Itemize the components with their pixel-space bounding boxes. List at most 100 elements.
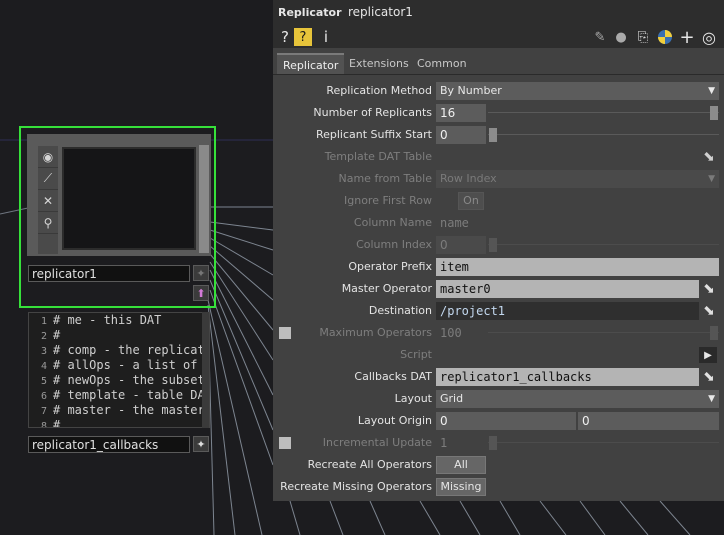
menu-value: Row Index [440, 172, 497, 185]
max-operators-field[interactable]: 100 [436, 324, 486, 342]
master-operator-field[interactable]: master0 [436, 280, 699, 298]
help-icon[interactable]: ? [276, 27, 294, 47]
slider-track[interactable] [488, 112, 719, 113]
tab-common[interactable]: Common [411, 53, 473, 74]
param-recreate-all: Recreate All Operators All [273, 454, 724, 476]
param-tabs: Replicator Extensions Common [273, 50, 724, 75]
incremental-update-field[interactable]: 1 [436, 434, 486, 452]
param-label: Script [400, 348, 432, 361]
node-pin-icon[interactable]: ⬆ [193, 285, 209, 301]
param-layout-origin: Layout Origin 0 0 [273, 410, 724, 432]
slider-track[interactable] [488, 442, 719, 443]
name-from-table-menu[interactable]: Row Index ▼ [436, 170, 719, 188]
dat-line: 4 # allOps - a list of a [40, 358, 210, 372]
info-icon[interactable]: i [317, 27, 335, 47]
callbacks-dat-field[interactable]: replicator1_callbacks [436, 368, 699, 386]
parameter-panel: Replicator replicator1 ? ? i ✎ ● ⎘ + ◎ R… [273, 0, 724, 501]
play-icon[interactable]: ▶ [699, 347, 717, 363]
node-name-label[interactable]: replicator1 [28, 265, 190, 282]
param-script: Script ▶ [273, 344, 724, 366]
num-replicants-field[interactable]: 16 [436, 104, 486, 122]
column-index-slider-handle[interactable] [489, 238, 497, 252]
tab-extensions[interactable]: Extensions [343, 53, 415, 74]
column-name-field[interactable]: name [436, 214, 719, 232]
dat-line: 1 # me - this DAT [40, 313, 162, 327]
destination-drag-icon[interactable]: ⬊ [699, 302, 719, 320]
dat-line: 2 # [40, 328, 61, 342]
column-index-field[interactable]: 0 [436, 236, 486, 254]
num-replicants-slider-handle[interactable] [710, 106, 718, 120]
slider-track[interactable] [488, 244, 719, 245]
chevron-down-icon: ▼ [708, 174, 715, 184]
dat-name-label[interactable]: replicator1_callbacks [28, 436, 190, 453]
param-operator-prefix: Operator Prefix item [273, 256, 724, 278]
incremental-update-slider-handle[interactable] [489, 436, 497, 450]
param-replication-method: Replication Method By Number ▼ [273, 80, 724, 102]
param-label: Column Name [353, 216, 432, 229]
node-add-icon[interactable]: ✦ [193, 265, 209, 281]
slider-track[interactable] [488, 134, 719, 135]
python-help-icon[interactable]: ? [294, 28, 312, 46]
clipboard-icon[interactable]: ⎘ [634, 27, 652, 47]
param-label: Number of Replicants [313, 106, 432, 119]
callbacks-dat-viewer[interactable]: 1 # me - this DAT 2 # 3 # comp - the replic… [28, 312, 210, 428]
param-callbacks-dat: Callbacks DAT replicator1_callbacks ⬊ [273, 366, 724, 388]
destination-field[interactable]: /project1 [436, 302, 699, 320]
param-template-dat: Template DAT Table ⬊ [273, 146, 724, 168]
incremental-update-checkbox[interactable] [279, 437, 291, 449]
param-ignore-first-row: Ignore First Row On [273, 190, 724, 212]
node-viewer[interactable] [62, 147, 196, 250]
param-num-replicants: Number of Replicants 16 [273, 102, 724, 124]
dat-line: 5 # newOps - the subset [40, 373, 205, 387]
dat-scrollbar[interactable] [202, 312, 209, 428]
dat-add-icon[interactable]: ✦ [193, 436, 209, 452]
link-icon[interactable]: ⚲ [38, 212, 58, 234]
close-icon[interactable]: ✕ [38, 190, 58, 212]
slider-track[interactable] [488, 332, 719, 333]
recreate-missing-button[interactable]: Missing [436, 478, 486, 496]
chevron-down-icon: ▼ [708, 86, 715, 96]
add-icon[interactable]: + [678, 27, 696, 48]
pencil-icon[interactable]: ✎ [591, 27, 609, 47]
callbacks-dat-drag-icon[interactable]: ⬊ [699, 368, 719, 386]
comment-icon[interactable]: ● [612, 27, 630, 47]
template-dat-drag-icon[interactable]: ⬊ [699, 148, 719, 166]
target-icon[interactable]: ◎ [700, 27, 718, 47]
dat-line: 7 # master - the master [40, 403, 205, 417]
layout-origin-x-field[interactable]: 0 [436, 412, 576, 430]
replication-method-menu[interactable]: By Number ▼ [436, 82, 719, 100]
layout-menu[interactable]: Grid ▼ [436, 390, 719, 408]
param-destination: Destination /project1 ⬊ [273, 300, 724, 322]
dat-line: 3 # comp - the replicato [40, 343, 210, 357]
chevron-down-icon: ▼ [708, 394, 715, 404]
param-label: Template DAT Table [324, 150, 432, 163]
recreate-all-button[interactable]: All [436, 456, 486, 474]
panel-toolbar: ? ? i ✎ ● ⎘ + ◎ [273, 26, 724, 48]
param-label: Layout [394, 392, 432, 405]
param-column-name: Column Name name [273, 212, 724, 234]
node-flag-column: ◉ ⟋ ✕ ⚲ [38, 146, 58, 254]
max-operators-slider-handle[interactable] [710, 326, 718, 340]
ignore-first-row-toggle[interactable]: On [458, 192, 484, 210]
param-label: Name from Table [338, 172, 433, 185]
max-operators-checkbox[interactable] [279, 327, 291, 339]
viewer-eye-icon[interactable]: ◉ [38, 146, 58, 168]
operator-name[interactable]: replicator1 [348, 5, 413, 19]
param-label: Replication Method [326, 84, 432, 97]
suffix-start-slider-handle[interactable] [489, 128, 497, 142]
pulse-icon[interactable]: ⟋ [38, 168, 58, 190]
param-recreate-missing: Recreate Missing Operators Missing [273, 476, 724, 498]
python-icon[interactable] [656, 27, 674, 47]
param-label: Recreate Missing Operators [280, 480, 432, 493]
dat-line: 6 # template - table DAT [40, 388, 210, 402]
operator-prefix-field[interactable]: item [436, 258, 719, 276]
master-operator-drag-icon[interactable]: ⬊ [699, 280, 719, 298]
param-label: Incremental Update [322, 436, 432, 449]
operator-type: Replicator [278, 6, 342, 19]
panel-header: Replicator replicator1 [273, 0, 724, 26]
suffix-start-field[interactable]: 0 [436, 126, 486, 144]
layout-origin-y-field[interactable]: 0 [578, 412, 719, 430]
param-max-operators: Maximum Operators 100 [273, 322, 724, 344]
node-output-bar[interactable] [199, 145, 209, 253]
tab-replicator[interactable]: Replicator [277, 53, 345, 74]
